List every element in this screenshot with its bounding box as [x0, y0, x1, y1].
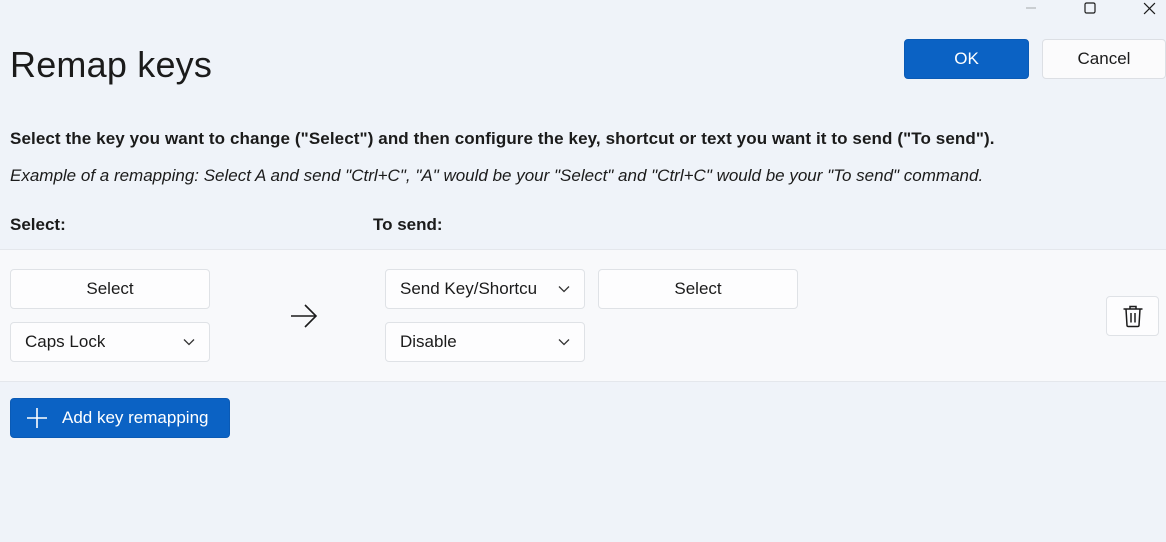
send-select-key-button[interactable]: Select	[598, 269, 798, 309]
send-type-value: Send Key/Shortcu	[400, 279, 538, 298]
send-key-dropdown[interactable]: Disable	[385, 322, 585, 362]
select-key-value: Caps Lock	[25, 332, 106, 351]
select-column-header: Select:	[10, 215, 66, 234]
close-button[interactable]	[1126, 0, 1166, 16]
add-key-remapping-button[interactable]: Add key remapping	[10, 398, 230, 438]
cancel-button[interactable]: Cancel	[1042, 39, 1166, 79]
send-column-header: To send:	[373, 215, 443, 234]
maximize-icon	[1084, 2, 1096, 14]
plus-icon	[26, 407, 48, 429]
maximize-button[interactable]	[1067, 0, 1113, 16]
page-title: Remap keys	[10, 44, 213, 85]
remapping-row: Select Caps Lock Send Key/Shortcu Select…	[0, 249, 1166, 382]
send-select-key-button-label: Select	[674, 279, 722, 298]
arrow-right-icon	[289, 303, 319, 334]
delete-remapping-button[interactable]	[1106, 296, 1159, 336]
send-key-value: Disable	[400, 332, 457, 351]
example-text: Example of a remapping: Select A and sen…	[10, 166, 984, 185]
select-key-dropdown[interactable]: Caps Lock	[10, 322, 210, 362]
minimize-button[interactable]	[1008, 0, 1054, 16]
instructions-text: Select the key you want to change ("Sele…	[10, 129, 995, 148]
send-type-dropdown[interactable]: Send Key/Shortcu	[385, 269, 585, 309]
chevron-down-icon	[183, 338, 195, 346]
chevron-down-icon	[558, 338, 570, 346]
minimize-icon	[1026, 7, 1036, 9]
close-icon	[1143, 2, 1155, 14]
select-key-button-label: Select	[86, 279, 134, 298]
trash-icon	[1123, 305, 1142, 328]
remap-keys-window: Remap keys OK Cancel Select the key you …	[0, 0, 1166, 542]
add-key-remapping-label: Add key remapping	[62, 408, 209, 427]
ok-button[interactable]: OK	[904, 39, 1029, 79]
chevron-down-icon	[558, 285, 570, 293]
select-key-button[interactable]: Select	[10, 269, 210, 309]
